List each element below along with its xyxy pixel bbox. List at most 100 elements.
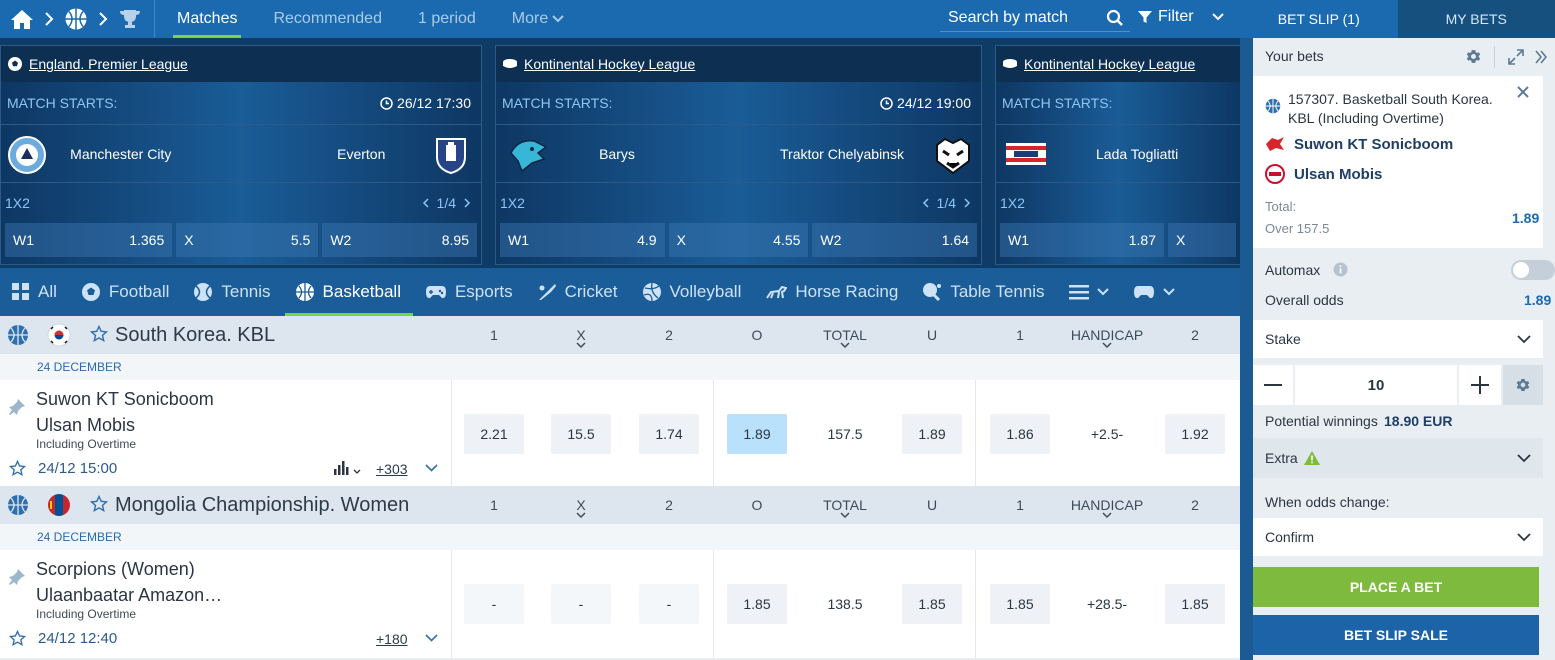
odd-cell[interactable]: 1.85 (990, 584, 1050, 624)
odd-cell[interactable]: 1.89 (902, 414, 962, 454)
odd-cell[interactable]: 1.85 (727, 584, 787, 624)
column-header[interactable]: HANDICAP (1062, 316, 1152, 354)
team-away[interactable]: Traktor Chelyabinsk (738, 125, 981, 182)
odd-cell[interactable]: 2.21 (464, 414, 524, 454)
more-markets-link[interactable]: +303 (376, 461, 408, 477)
league-link[interactable]: England. Premier League (29, 56, 188, 72)
collapse-panel-icon[interactable] (1534, 49, 1548, 65)
team-1-name[interactable]: Suwon KT Sonicboom (36, 389, 214, 410)
odd-cell[interactable]: 1.85 (902, 584, 962, 624)
team-home[interactable]: Lada Togliatti (996, 125, 1240, 182)
tab-recommended[interactable]: Recommended (255, 0, 400, 38)
home-icon[interactable] (10, 8, 34, 30)
sports-tabs: All Football Tennis Basketball Esports C… (0, 268, 1240, 316)
odd-cell[interactable]: 15.5 (551, 414, 611, 454)
odd-x[interactable]: X (1168, 223, 1236, 257)
extra-dropdown[interactable]: Extra (1253, 438, 1543, 478)
stake-input[interactable]: 10 (1295, 365, 1457, 405)
plus-button[interactable] (1459, 365, 1501, 405)
sport-tab-cricket[interactable]: Cricket (525, 268, 630, 316)
chevron-right-icon[interactable] (464, 198, 471, 208)
odd-w2[interactable]: W2 1.64 (812, 223, 978, 257)
column-header[interactable]: HANDICAP (1062, 486, 1152, 524)
chevron-left-icon[interactable] (422, 198, 429, 208)
stats-icon[interactable] (334, 461, 361, 475)
event-row[interactable]: Suwon KT Sonicboom Ulsan Mobis Including… (0, 380, 1240, 488)
star-icon[interactable] (9, 460, 26, 477)
column-header[interactable]: X (536, 486, 626, 524)
star-icon[interactable] (90, 495, 108, 513)
odd-cell[interactable]: 1.74 (639, 414, 699, 454)
team-home[interactable]: Manchester City (1, 125, 241, 182)
match-card[interactable]: Kontinental Hockey League MATCH STARTS: … (495, 45, 982, 265)
column-header[interactable]: TOTAL (800, 486, 890, 524)
odd-w1[interactable]: W1 1.365 (5, 223, 173, 257)
event-row[interactable]: Scorpions (Women) Ulaanbaatar Amazon… In… (0, 550, 1240, 658)
chevron-down-icon[interactable] (425, 634, 438, 642)
stake-dropdown[interactable]: Stake (1253, 320, 1543, 358)
sport-tab-table-tennis[interactable]: Table Tennis (910, 268, 1056, 316)
chevron-down-icon[interactable] (425, 464, 438, 472)
sport-tab-all[interactable]: All (0, 268, 69, 316)
trophy-icon[interactable] (118, 8, 142, 30)
match-card[interactable]: England. Premier League MATCH STARTS: 26… (0, 45, 482, 265)
place-bet-button[interactable]: PLACE A BET (1253, 567, 1539, 607)
sport-tab-basketball[interactable]: Basketball (283, 268, 414, 316)
team-home[interactable]: Barys (496, 125, 738, 182)
match-card[interactable]: Kontinental Hockey League MATCH STARTS: … (995, 45, 1240, 265)
star-icon[interactable] (9, 630, 26, 647)
odd-w2[interactable]: W2 8.95 (322, 223, 477, 257)
basketball-icon[interactable] (64, 7, 88, 31)
league-header[interactable]: Mongolia Championship. Women 1 X 2 O TOT… (0, 486, 1240, 524)
tab-1-period[interactable]: 1 period (400, 0, 494, 38)
league-link[interactable]: Kontinental Hockey League (1024, 56, 1195, 72)
chevron-left-icon[interactable] (922, 198, 929, 208)
odd-cell[interactable]: 1.92 (1165, 414, 1225, 454)
automax-toggle[interactable] (1511, 260, 1555, 280)
bet-slip-sale-button[interactable]: BET SLIP SALE (1253, 615, 1539, 655)
sport-tab-tennis[interactable]: Tennis (181, 268, 282, 316)
search-icon[interactable] (1106, 9, 1124, 27)
odd-w1[interactable]: W1 4.9 (500, 223, 665, 257)
team-away[interactable]: Everton (240, 125, 482, 182)
more-markets-link[interactable]: +180 (376, 631, 408, 647)
sport-tab-esports[interactable]: Esports (413, 268, 525, 316)
search-input[interactable] (948, 8, 1098, 27)
menu-icon (1068, 284, 1089, 300)
minus-button[interactable] (1253, 365, 1293, 405)
gear-icon[interactable] (1465, 48, 1482, 65)
filter-button[interactable]: Filter (1138, 0, 1224, 34)
tab-my-bets[interactable]: MY BETS (1397, 0, 1555, 38)
tab-more[interactable]: More (494, 0, 582, 38)
chevron-right-icon[interactable] (964, 198, 971, 208)
column-header[interactable]: X (536, 316, 626, 354)
games-menu[interactable] (1121, 268, 1187, 316)
column-header[interactable]: TOTAL (800, 316, 890, 354)
league-link[interactable]: Kontinental Hockey League (524, 56, 695, 72)
info-icon[interactable] (1333, 262, 1348, 277)
more-sports-menu[interactable] (1057, 268, 1121, 316)
sport-tab-football[interactable]: Football (69, 268, 181, 316)
odd-cell[interactable]: 1.85 (1165, 584, 1225, 624)
close-icon[interactable] (1517, 86, 1529, 98)
expand-icon[interactable] (1508, 49, 1524, 65)
team-2-name[interactable]: Ulsan Mobis (36, 415, 135, 436)
star-icon[interactable] (90, 325, 108, 343)
odd-cell[interactable]: 1.86 (990, 414, 1050, 454)
stake-settings-button[interactable] (1503, 365, 1543, 405)
odd-w1[interactable]: W1 1.87 (1000, 223, 1164, 257)
pin-icon[interactable] (8, 398, 26, 416)
sport-tab-horse-racing[interactable]: Horse Racing (753, 268, 910, 316)
odd-cell-selected[interactable]: 1.89 (727, 414, 787, 454)
sport-tab-volleyball[interactable]: Volleyball (630, 268, 754, 316)
team-2-name[interactable]: Ulaanbaatar Amazon… (36, 585, 222, 606)
search-box[interactable] (940, 4, 1130, 32)
odd-x[interactable]: X 5.5 (176, 223, 319, 257)
tab-bet-slip[interactable]: BET SLIP (1) (1240, 0, 1398, 38)
odd-x[interactable]: X 4.55 (668, 223, 809, 257)
pin-icon[interactable] (8, 568, 26, 586)
odds-change-dropdown[interactable]: Confirm (1253, 518, 1543, 556)
tab-matches[interactable]: Matches (159, 0, 255, 38)
league-header[interactable]: South Korea. KBL 1 X 2 O TOTAL U 1 HANDI… (0, 316, 1240, 354)
team-1-name[interactable]: Scorpions (Women) (36, 559, 195, 580)
